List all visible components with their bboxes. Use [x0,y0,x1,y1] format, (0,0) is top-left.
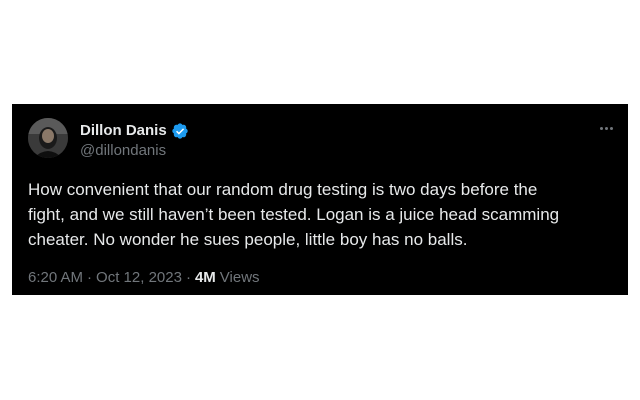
more-dot [599,126,603,130]
verified-badge-icon [171,122,189,140]
more-options-icon[interactable] [596,121,616,135]
tweet-time[interactable]: 6:20 AM [28,268,83,288]
more-dot [609,126,613,130]
avatar-image [28,118,68,158]
name-row: Dillon Danis [80,121,189,141]
tweet-date[interactable]: Oct 12, 2023 [96,268,182,288]
tweet-text: How convenient that our random drug test… [28,180,560,249]
views-count: 4M [194,269,216,286]
more-dot [604,126,608,130]
meta-separator: · [185,269,191,286]
user-info: Dillon Danis @dillondanis [80,121,189,161]
profile-avatar[interactable] [28,118,68,158]
views-label: Views [219,269,260,286]
user-handle[interactable]: @dillondanis [80,141,189,161]
page-canvas: Dillon Danis @dillondanis How convenient… [0,0,640,400]
tweet-card[interactable]: Dillon Danis @dillondanis How convenient… [12,104,628,295]
display-name[interactable]: Dillon Danis [80,121,167,141]
tweet-meta: 6:20 AM · Oct 12, 2023 · 4M Views [28,268,260,288]
meta-separator: · [87,269,93,286]
